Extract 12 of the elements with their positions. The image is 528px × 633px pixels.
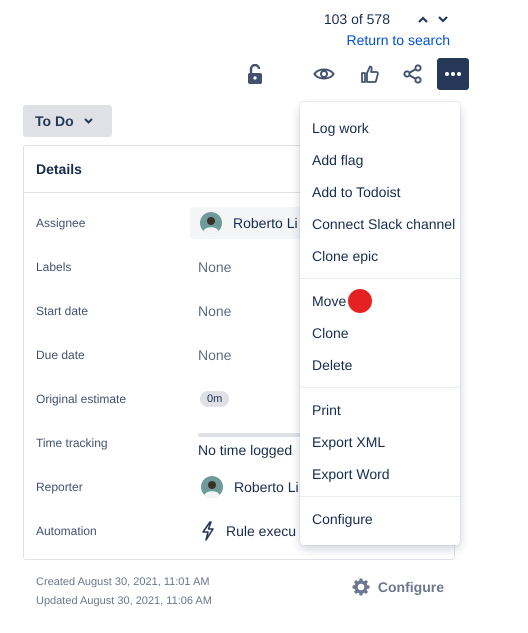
field-label: Start date	[35, 304, 90, 318]
field-label: Due date	[35, 348, 86, 362]
field-label: Labels	[35, 260, 72, 274]
created-date: Created August 30, 2021, 11:01 AM	[36, 576, 210, 588]
updated-date: Updated August 30, 2021, 11:06 AM	[36, 595, 212, 607]
issue-position: 103 of 578	[324, 11, 390, 27]
field-label: Original estimate	[35, 392, 128, 406]
field-label: Reporter	[35, 480, 84, 494]
details-heading: Details	[36, 161, 82, 177]
field-label: Automation	[35, 524, 98, 538]
field-label: Time tracking	[35, 436, 109, 450]
field-label: Assignee	[35, 216, 86, 230]
